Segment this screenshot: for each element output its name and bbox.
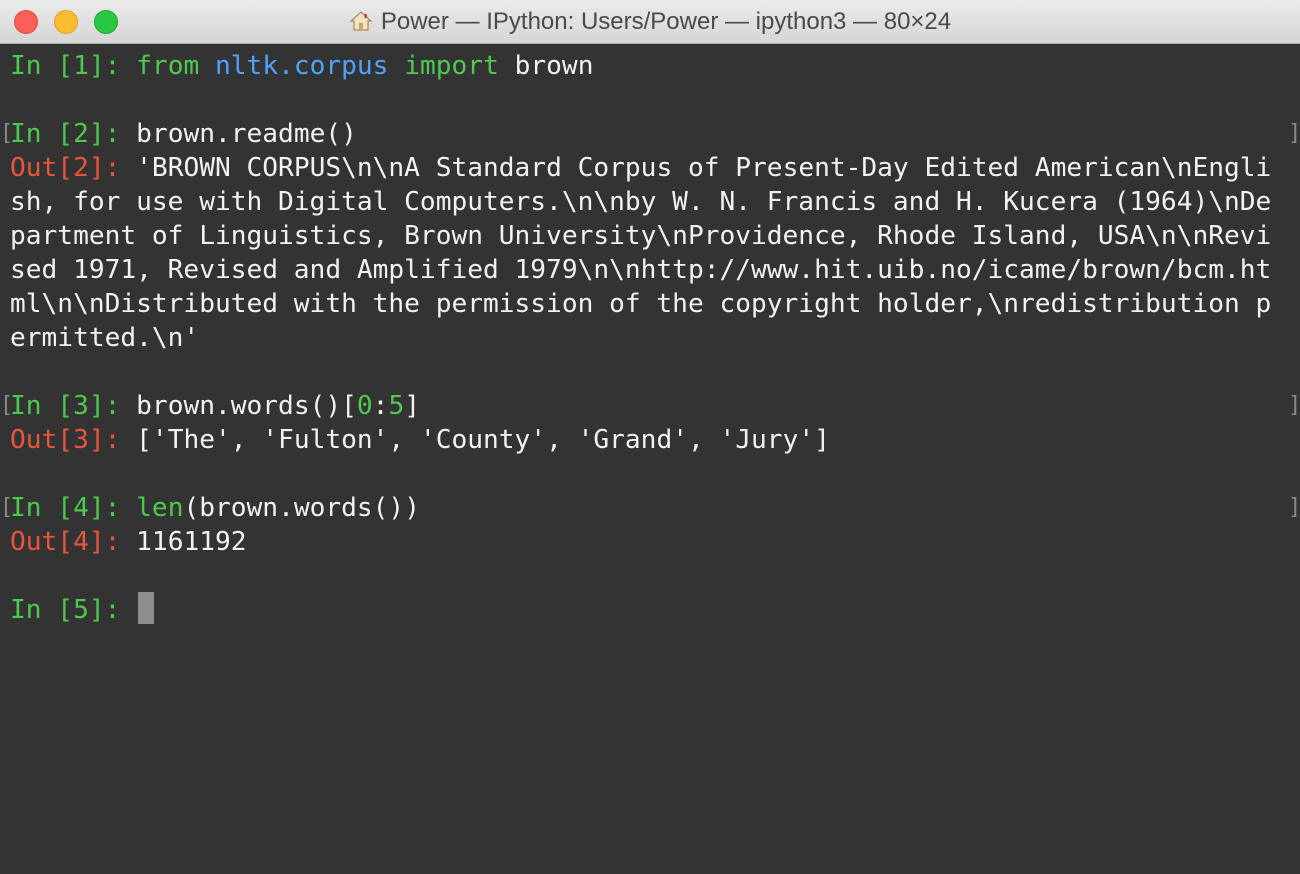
output-line-3: Out[3]: ['The', 'Fulton', 'County', 'Gra… [10,423,830,457]
title-bar[interactable]: Power — IPython: Users/Power — ipython3 … [0,0,1300,44]
output-text-line: ml\n\nDistributed with the permission of… [10,289,1272,319]
cell-bracket-close: ] [1288,495,1300,520]
input-code: brown.words()[ [136,391,357,421]
slice-end: 5 [388,391,405,421]
output-line-2-cont: partment of Linguistics, Brown Universit… [10,219,1271,253]
keyword-import: import [404,51,499,81]
output-prompt: Out[3]: [10,425,121,455]
output-prompt: Out[2]: [10,153,121,183]
output-text-line: 'BROWN CORPUS\n\nA Standard Corpus of Pr… [136,153,1272,183]
input-code-end: ] [404,391,421,421]
builtin-len: len [136,493,184,523]
keyword-from: from [136,51,200,81]
output-line-2-cont: ermitted.\n' [10,321,199,355]
input-line-3: In [3]: brown.words()[0:5] [10,389,420,423]
input-prompt: In [2]: [10,119,121,149]
terminal-window: Power — IPython: Users/Power — ipython3 … [0,0,1300,874]
input-line-4: In [4]: len(brown.words()) [10,491,420,525]
input-line-1: In [1]: from nltk.corpus import brown [10,49,593,83]
output-text-line: sed 1971, Revised and Amplified 1979\n\n… [10,255,1272,285]
cell-bracket-close: ] [1288,121,1300,146]
output-text-line: partment of Linguistics, Brown Universit… [10,221,1272,251]
output-line-2-cont: sed 1971, Revised and Amplified 1979\n\n… [10,253,1271,287]
cell-bracket-close: ] [1288,393,1300,418]
input-line-5[interactable]: In [5]: [10,593,120,627]
input-prompt: In [5]: [10,595,121,625]
input-code: brown.readme() [136,119,357,149]
text-cursor [138,592,154,624]
output-line-2-cont: sh, for use with Digital Computers.\n\nb… [10,185,1271,219]
output-value: 1161192 [136,527,247,557]
output-value: ['The', 'Fulton', 'County', 'Grand', 'Ju… [136,425,830,455]
output-line-4: Out[4]: 1161192 [10,525,247,559]
input-line-2: In [2]: brown.readme() [10,117,357,151]
window-title: Power — IPython: Users/Power — ipython3 … [0,0,1300,44]
window-title-text: Power — IPython: Users/Power — ipython3 … [380,8,952,35]
input-prompt: In [3]: [10,391,121,421]
input-code: (brown.words()) [183,493,420,523]
output-line-2-cont: ml\n\nDistributed with the permission of… [10,287,1271,321]
home-folder-icon [349,3,373,47]
input-prompt: In [4]: [10,493,121,523]
import-name: brown [514,51,594,81]
output-text-line: sh, for use with Digital Computers.\n\nb… [10,187,1272,217]
input-prompt: In [1]: [10,51,121,81]
terminal-content[interactable]: In [1]: from nltk.corpus import brown [ … [0,45,1300,874]
output-text-line: ermitted.\n' [10,323,200,353]
slice-colon: : [372,391,389,421]
module-name: nltk.corpus [215,51,389,81]
output-prompt: Out[4]: [10,527,121,557]
output-line-2: Out[2]: 'BROWN CORPUS\n\nA Standard Corp… [10,151,1271,185]
slice-start: 0 [356,391,373,421]
